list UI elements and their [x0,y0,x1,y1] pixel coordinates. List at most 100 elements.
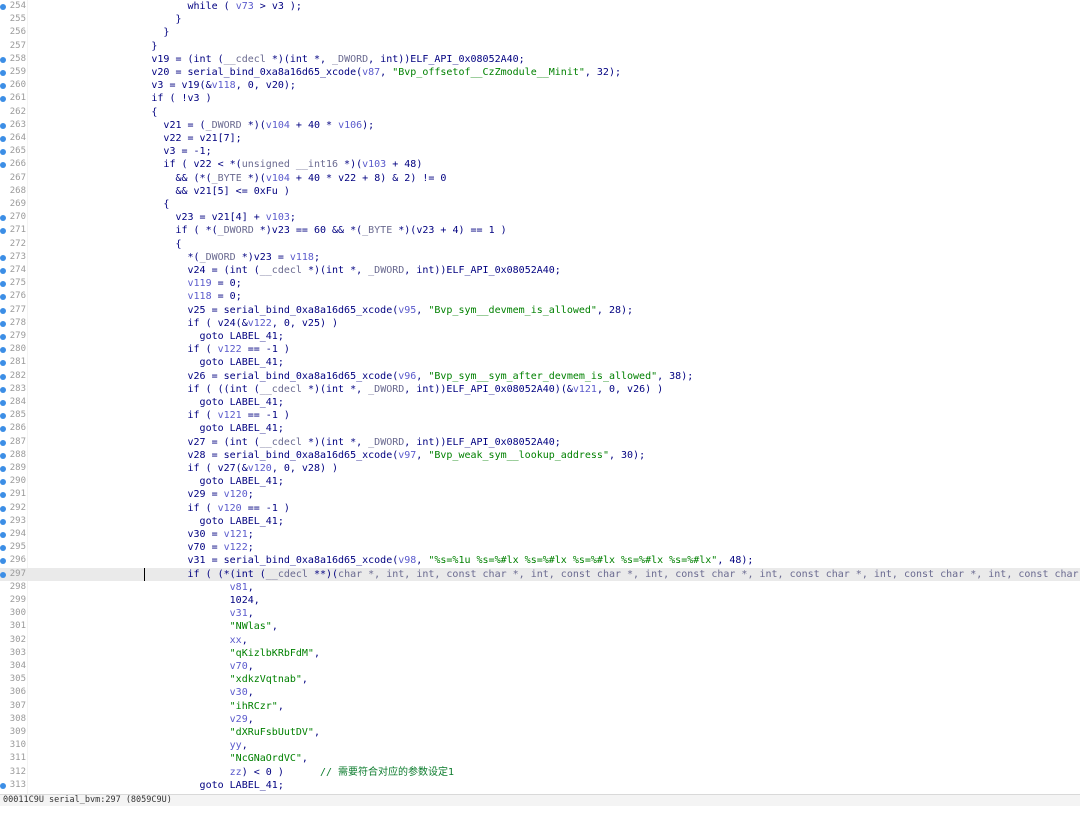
code-line[interactable]: 290 goto LABEL_41; [0,475,1080,488]
breakpoint-dot-icon[interactable] [0,373,6,380]
breakpoint-dot-icon[interactable] [0,518,6,525]
breakpoint-dot-icon[interactable] [0,334,6,340]
code-line[interactable]: 313 goto LABEL_41; [0,779,1080,792]
code-line[interactable]: 293 goto LABEL_41; [0,515,1080,528]
code-line[interactable]: 311 "NcGNaOrdVC", [0,752,1080,765]
code-line[interactable]: 266 if ( v22 < *(unsigned __int16 *)(v10… [0,158,1080,171]
breakpoint-dot-icon[interactable] [0,294,6,301]
code-line[interactable]: 271 if ( *(_DWORD *)v23 == 60 && *(_BYTE… [0,224,1080,237]
code-line[interactable]: 309 "dXRuFsbUutDV", [0,726,1080,739]
code-line[interactable]: 310 yy, [0,739,1080,752]
code-line[interactable]: 298 v81, [0,581,1080,594]
type-token: __cdecl [259,383,302,395]
pseudocode-editor[interactable]: 254 while ( v73 > v3 ); 255 } 256 } 257 } 25… [0,0,1080,794]
breakpoint-dot-icon[interactable] [0,439,6,446]
code-line[interactable]: 291 v29 = v120; [0,488,1080,501]
code-line[interactable]: 272 { [0,238,1080,251]
code-line[interactable]: 301 "NWlas", [0,620,1080,633]
breakpoint-dot-icon[interactable] [0,466,6,472]
variable-token: v97 [398,449,417,461]
breakpoint-dot-icon[interactable] [0,360,6,367]
breakpoint-dot-icon[interactable] [0,386,6,393]
code-line[interactable]: 305 "xdkzVqtnab", [0,673,1080,686]
code-line[interactable]: 262 { [0,106,1080,119]
code-line[interactable]: 256 } [0,26,1080,39]
code-line[interactable]: 308 v29, [0,713,1080,726]
code-line[interactable]: 258 v19 = (int (__cdecl *)(int *, _DWORD… [0,53,1080,66]
breakpoint-dot-icon[interactable] [0,228,6,235]
breakpoint-dot-icon[interactable] [0,307,6,314]
code-line[interactable]: 254 while ( v73 > v3 ); [0,0,1080,13]
code-line[interactable]: 259 v20 = serial_bind_0xa8a16d65_xcode(v… [0,66,1080,79]
breakpoint-dot-icon[interactable] [0,268,6,274]
code-line[interactable]: 280 if ( v122 == -1 ) [0,343,1080,356]
breakpoint-dot-icon[interactable] [0,70,6,76]
breakpoint-dot-icon[interactable] [0,492,6,499]
code-line[interactable]: 267 && (*(_BYTE *)(v104 + 40 * v22 + 8) … [0,172,1080,185]
breakpoint-dot-icon[interactable] [0,413,6,420]
code-line[interactable]: 292 if ( v120 == -1 ) [0,502,1080,515]
breakpoint-dot-icon[interactable] [0,571,6,578]
code-line[interactable]: 300 v31, [0,607,1080,620]
code-line[interactable]: 278 if ( v24(&v122, 0, v25) ) [0,317,1080,330]
breakpoint-dot-icon[interactable] [0,215,6,222]
code-line[interactable]: 277 v25 = serial_bind_0xa8a16d65_xcode(v… [0,304,1080,317]
breakpoint-dot-icon[interactable] [0,782,6,789]
breakpoint-dot-icon[interactable] [0,56,6,63]
breakpoint-dot-icon[interactable] [0,96,6,103]
breakpoint-dot-icon[interactable] [0,545,6,552]
code-line[interactable]: 263 v21 = (_DWORD *)(v104 + 40 * v106); [0,119,1080,132]
breakpoint-dot-icon[interactable] [0,254,6,261]
code-line[interactable]: 257 } [0,40,1080,53]
code-line[interactable]: 281 goto LABEL_41; [0,356,1080,369]
breakpoint-dot-icon[interactable] [0,479,6,486]
code-line[interactable]: 275 v119 = 0; [0,277,1080,290]
code-line[interactable]: 303 "qKizlbKRbFdM", [0,647,1080,660]
code-line[interactable]: 295 v70 = v122; [0,541,1080,554]
breakpoint-dot-icon[interactable] [0,83,6,90]
code-line[interactable]: 264 v22 = v21[7]; [0,132,1080,145]
breakpoint-dot-icon[interactable] [0,122,6,129]
code-line[interactable]: 276 v118 = 0; [0,290,1080,303]
breakpoint-dot-icon[interactable] [0,162,6,169]
code-line[interactable]: 307 "ihRCzr", [0,700,1080,713]
code-line[interactable]: 260 v3 = v19(&v118, 0, v20); [0,79,1080,92]
code-line[interactable]: 269 { [0,198,1080,211]
code-line[interactable]: 274 v24 = (int (__cdecl *)(int *, _DWORD… [0,264,1080,277]
breakpoint-dot-icon[interactable] [0,558,6,565]
breakpoint-dot-icon[interactable] [0,400,6,406]
code-line[interactable]: 288 v28 = serial_bind_0xa8a16d65_xcode(v… [0,449,1080,462]
code-line[interactable]: 261 if ( !v3 ) [0,92,1080,105]
code-line[interactable]: 297 if ( (*(int (__cdecl **)(char *, int… [0,567,1080,581]
code-line[interactable]: 265 v3 = -1; [0,145,1080,158]
code-line[interactable]: 268 && v21[5] <= 0xFu ) [0,185,1080,198]
code-line[interactable]: 299 1024, [0,594,1080,607]
breakpoint-dot-icon[interactable] [0,532,6,538]
breakpoint-dot-icon[interactable] [0,281,6,288]
breakpoint-dot-icon[interactable] [0,320,6,327]
breakpoint-dot-icon[interactable] [0,347,6,354]
code-line[interactable]: 282 v26 = serial_bind_0xa8a16d65_xcode(v… [0,370,1080,383]
breakpoint-dot-icon[interactable] [0,452,6,459]
code-line[interactable]: 289 if ( v27(&v120, 0, v28) ) [0,462,1080,475]
breakpoint-dot-icon[interactable] [0,426,6,433]
code-line[interactable]: 273 *(_DWORD *)v23 = v118; [0,251,1080,264]
code-line[interactable]: 296 v31 = serial_bind_0xa8a16d65_xcode(v… [0,554,1080,567]
code-line[interactable]: 302 xx, [0,634,1080,647]
breakpoint-dot-icon[interactable] [0,149,6,156]
code-line[interactable]: 287 v27 = (int (__cdecl *)(int *, _DWORD… [0,436,1080,449]
breakpoint-dot-icon[interactable] [0,505,6,512]
code-line[interactable]: 306 v30, [0,686,1080,699]
code-line[interactable]: 294 v30 = v121; [0,528,1080,541]
code-line[interactable]: 283 if ( ((int (__cdecl *)(int *, _DWORD… [0,383,1080,396]
code-line[interactable]: 284 goto LABEL_41; [0,396,1080,409]
code-line[interactable]: 279 goto LABEL_41; [0,330,1080,343]
code-line[interactable]: 304 v70, [0,660,1080,673]
code-line[interactable]: 255 } [0,13,1080,26]
code-line[interactable]: 312 zz) < 0 ) // 需要符合对应的参数设定1 [0,766,1080,779]
code-line[interactable]: 270 v23 = v21[4] + v103; [0,211,1080,224]
code-line[interactable]: 286 goto LABEL_41; [0,422,1080,435]
code-line[interactable]: 285 if ( v121 == -1 ) [0,409,1080,422]
breakpoint-dot-icon[interactable] [0,4,6,10]
breakpoint-dot-icon[interactable] [0,136,6,142]
